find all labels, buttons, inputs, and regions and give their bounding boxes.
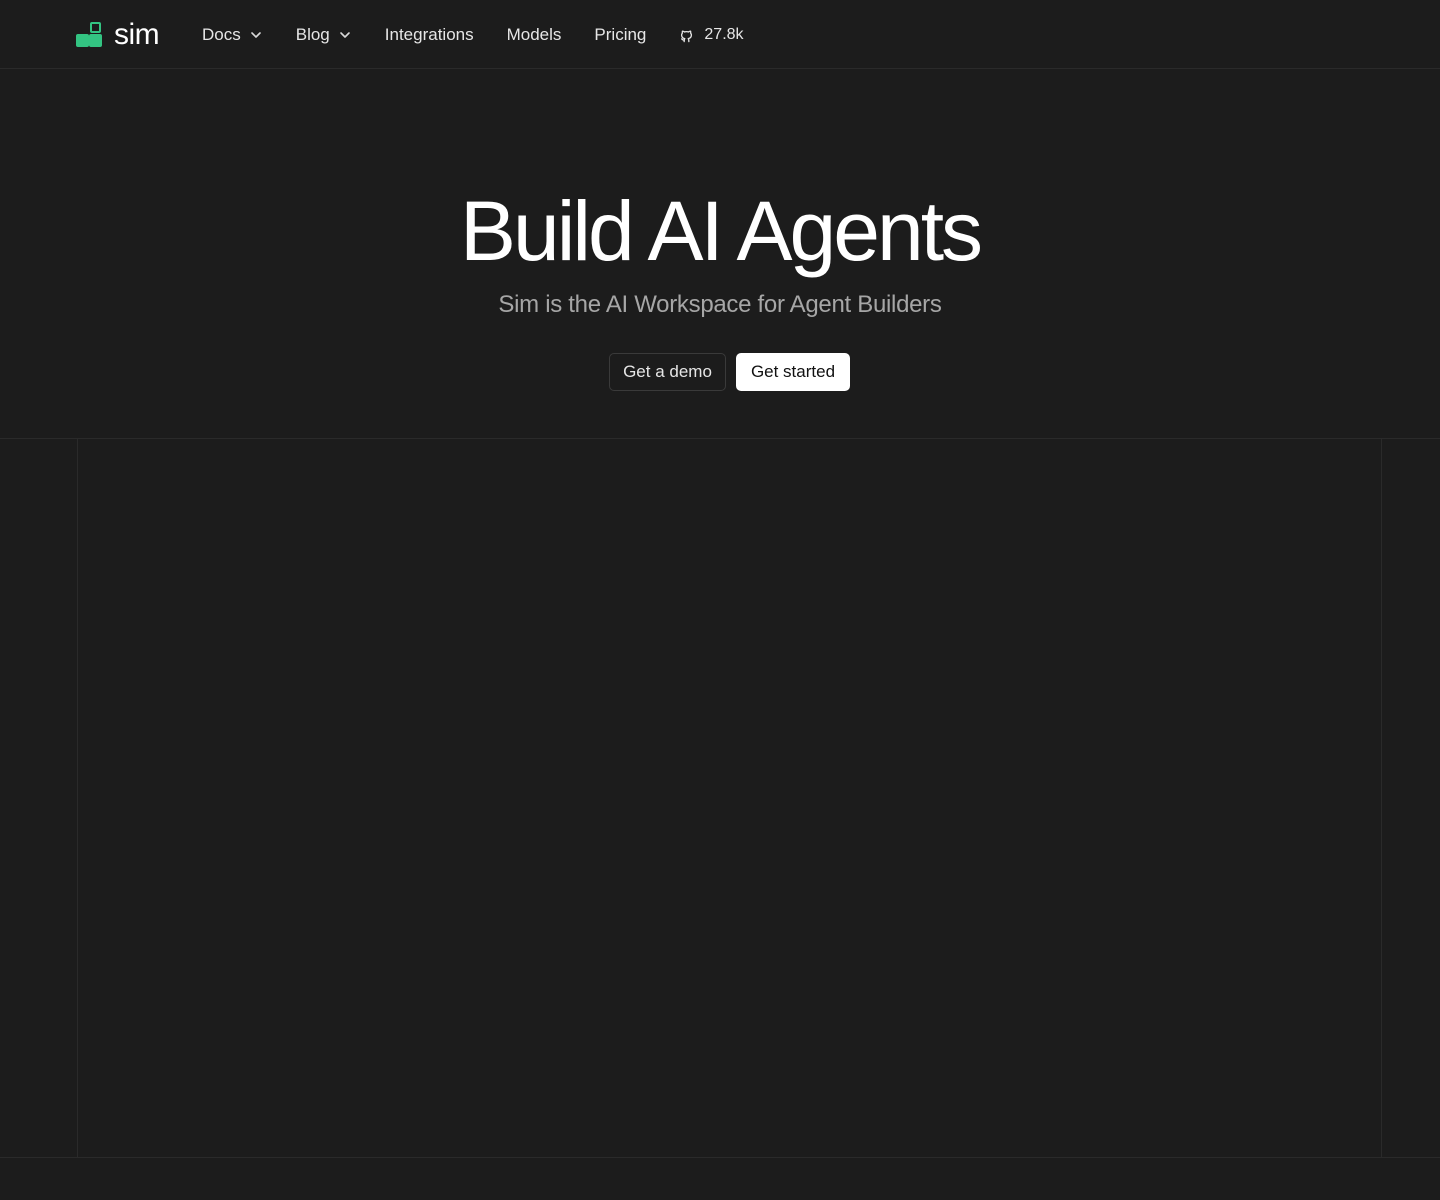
nav-item-blog[interactable]: Blog [296,25,352,45]
hero-title: Build AI Agents [459,184,983,278]
chevron-down-icon [250,32,261,38]
hero-subtitle: Sim is the AI Workspace for Agent Builde… [498,291,942,318]
nav-links: Docs Blog Integrations Models Pricing 27… [202,22,744,48]
nav-item-label: Pricing [594,25,647,44]
github-stars-link[interactable]: 27.8k [679,26,744,44]
hero-section: Build AI Agents Sim is the AI Workspace … [0,69,1440,439]
nav-item-pricing[interactable]: Pricing [594,25,646,45]
brand-name: sim [114,18,160,51]
get-started-button[interactable]: Get started [736,353,850,391]
nav-item-label: Integrations [384,25,474,44]
top-nav: sim Docs Blog Integrations Models Pricin… [0,0,1440,69]
nav-item-label: Blog [295,25,330,44]
nav-item-docs[interactable]: Docs [202,25,263,45]
workflow-canvas [77,439,1382,1158]
brand-logo-link[interactable]: sim [76,18,160,51]
cta-row: Get a demo Get started [609,353,850,391]
nav-item-integrations[interactable]: Integrations [385,25,474,45]
github-star-count: 27.8k [704,26,744,43]
chevron-down-icon [339,32,350,38]
nav-item-label: Models [506,25,562,44]
github-icon [681,29,693,42]
blocks-logo-icon [76,21,104,49]
section-divider [0,1157,1440,1158]
nav-item-models[interactable]: Models [507,25,562,45]
nav-item-label: Docs [202,25,241,44]
get-demo-button[interactable]: Get a demo [609,353,726,391]
